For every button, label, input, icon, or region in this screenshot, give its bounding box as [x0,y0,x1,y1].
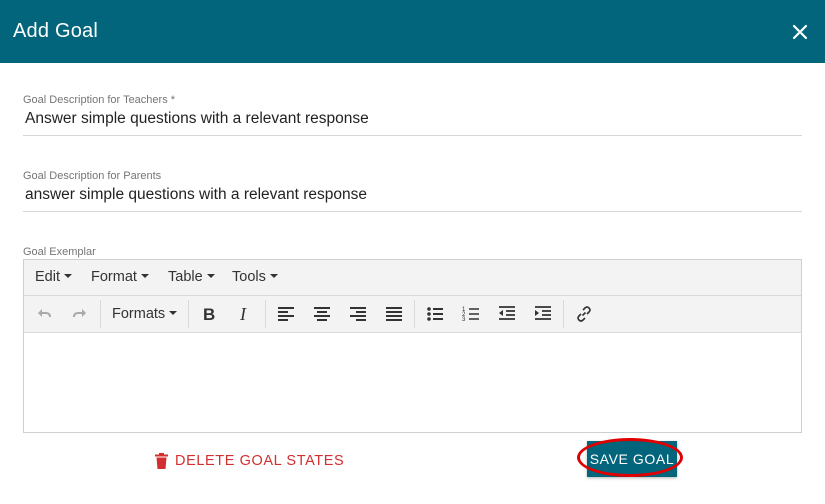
toolbar-divider [414,300,415,328]
chevron-down-icon [206,274,215,278]
link-icon[interactable] [574,304,594,324]
editor-menubar: Edit Format Table Tools [24,260,801,296]
rich-text-editor: Edit Format Table Tools Formats B I 1 2 … [23,259,802,433]
field-underline [23,211,802,212]
parents-description-label: Goal Description for Parents [23,170,162,182]
field-underline [23,135,802,136]
menu-table[interactable]: Table [168,269,215,285]
toolbar-divider [100,300,101,328]
svg-text:B: B [203,305,215,324]
numbered-list-icon[interactable]: 123 [461,304,481,324]
menu-format[interactable]: Format [91,269,149,285]
chevron-down-icon [64,274,72,278]
delete-goal-states-button[interactable]: DELETE GOAL STATES [155,451,344,471]
bold-icon[interactable]: B [199,304,219,324]
menu-edit[interactable]: Edit [35,269,72,285]
chevron-down-icon [169,311,178,315]
menu-edit-label: Edit [35,269,60,285]
teachers-description-input[interactable]: Answer simple questions with a relevant … [25,110,795,128]
undo-icon[interactable] [34,304,54,324]
chevron-down-icon [269,274,278,278]
align-right-icon[interactable] [348,304,368,324]
parents-description-field[interactable]: Goal Description for Parents answer simp… [23,170,802,214]
italic-icon[interactable]: I [235,304,255,324]
indent-icon[interactable] [533,304,553,324]
exemplar-field: Goal Exemplar [23,246,802,260]
editor-toolbar: Formats B I 123 [24,296,801,333]
outdent-icon[interactable] [497,304,517,324]
delete-goal-states-label: DELETE GOAL STATES [175,453,345,469]
svg-text:3: 3 [462,317,466,323]
menu-format-label: Format [91,269,137,285]
parents-description-input[interactable]: answer simple questions with a relevant … [25,186,795,204]
menu-tools[interactable]: Tools [232,269,278,285]
dialog-title: Add Goal [13,20,98,42]
teachers-description-label: Goal Description for Teachers * [23,94,176,106]
exemplar-label: Goal Exemplar [23,246,96,258]
dialog-header: Add Goal [0,0,825,63]
bullet-list-icon[interactable] [425,304,445,324]
formats-label: Formats [112,306,166,322]
toolbar-divider [188,300,189,328]
redo-icon[interactable] [70,304,90,324]
chevron-down-icon [140,274,149,278]
svg-text:I: I [239,304,247,324]
toolbar-divider [563,300,564,328]
editor-content-area[interactable] [24,333,801,432]
align-justify-icon[interactable] [384,304,404,324]
align-left-icon[interactable] [276,304,296,324]
toolbar-divider [265,300,266,328]
save-goal-button[interactable]: SAVE GOAL [587,441,677,477]
menu-tools-label: Tools [232,269,266,285]
teachers-description-field[interactable]: Goal Description for Teachers * Answer s… [23,94,802,138]
menu-table-label: Table [168,269,203,285]
close-icon[interactable] [788,20,812,44]
trash-icon [155,453,168,469]
align-center-icon[interactable] [312,304,332,324]
formats-dropdown[interactable]: Formats [112,306,178,322]
